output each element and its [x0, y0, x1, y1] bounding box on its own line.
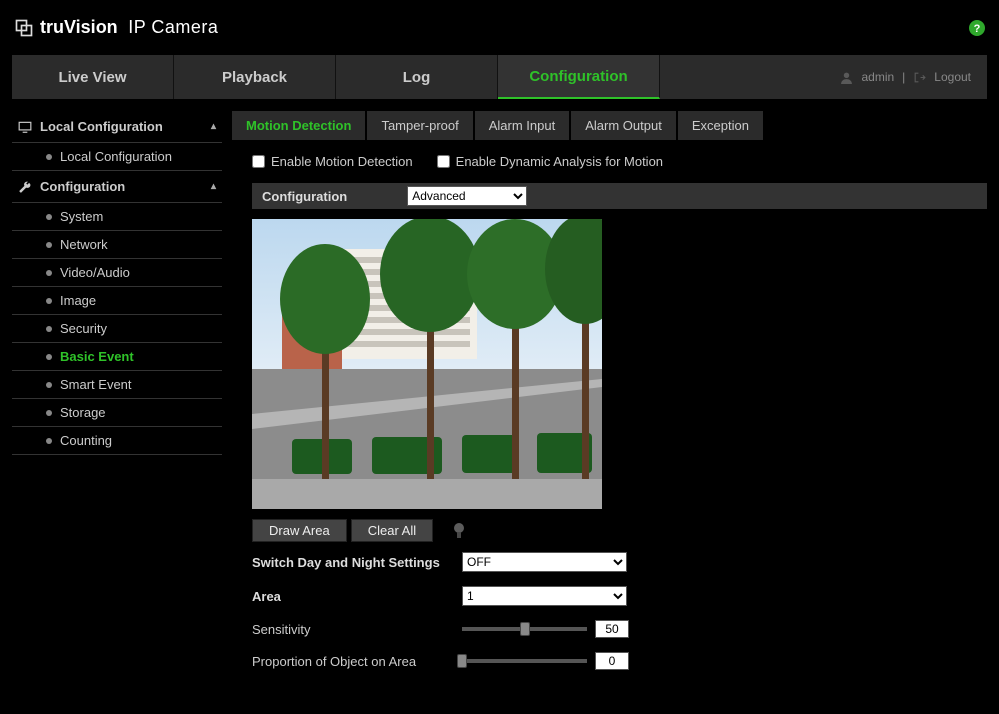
bullet-icon — [46, 438, 52, 444]
brand-icon — [14, 18, 34, 38]
enable-motion-detection-checkbox[interactable]: Enable Motion Detection — [252, 154, 413, 169]
camera-preview — [252, 219, 602, 509]
sidebar-group-configuration-title: Configuration — [40, 179, 125, 194]
sidebar-group-local[interactable]: Local Configuration ▴ — [12, 111, 222, 142]
logout-link[interactable]: Logout — [934, 70, 971, 84]
brand-text: truVision IP Camera — [40, 17, 218, 38]
help-icon[interactable]: ? — [969, 20, 985, 36]
bullet-icon — [46, 242, 52, 248]
configuration-select[interactable]: Advanced — [407, 186, 527, 206]
nav-configuration[interactable]: Configuration — [498, 55, 660, 99]
sensitivity-slider[interactable]: 50 — [462, 620, 629, 638]
sidebar: Local Configuration ▴ Local Configuratio… — [12, 111, 222, 684]
sidebar-item-video-audio[interactable]: Video/Audio — [12, 258, 222, 286]
sidebar-item-security[interactable]: Security — [12, 314, 222, 342]
sensitivity-label: Sensitivity — [252, 622, 462, 637]
bullet-icon — [46, 382, 52, 388]
checkbox-label: Enable Dynamic Analysis for Motion — [456, 154, 663, 169]
sensitivity-value: 50 — [595, 620, 629, 638]
userbar-separator: | — [902, 70, 905, 84]
chevron-up-icon: ▴ — [211, 121, 216, 132]
sidebar-item-label: Storage — [60, 405, 106, 420]
bullet-icon — [46, 354, 52, 360]
sidebar-item-basic-event[interactable]: Basic Event — [12, 342, 222, 370]
tab-alarm-input[interactable]: Alarm Input — [475, 111, 569, 140]
nav-liveview[interactable]: Live View — [12, 55, 174, 99]
sidebar-item-image[interactable]: Image — [12, 286, 222, 314]
bullet-icon — [46, 326, 52, 332]
tab-tamper-proof[interactable]: Tamper-proof — [367, 111, 472, 140]
sidebar-item-counting[interactable]: Counting — [12, 426, 222, 454]
nav-log[interactable]: Log — [336, 55, 498, 99]
topbar: truVision IP Camera ? — [0, 0, 999, 55]
sidebar-item-label: Network — [60, 237, 108, 252]
bullet-icon — [46, 270, 52, 276]
bullet-icon — [46, 214, 52, 220]
monitor-icon — [18, 120, 32, 134]
sidebar-item-label: System — [60, 209, 103, 224]
sidebar-item-label: Video/Audio — [60, 265, 130, 280]
sidebar-item-local-configuration[interactable]: Local Configuration — [12, 142, 222, 170]
bullet-icon — [46, 298, 52, 304]
sidebar-item-smart-event[interactable]: Smart Event — [12, 370, 222, 398]
sidebar-item-storage[interactable]: Storage — [12, 398, 222, 426]
checkbox-label: Enable Motion Detection — [271, 154, 413, 169]
proportion-label: Proportion of Object on Area — [252, 654, 462, 669]
chevron-up-icon: ▴ — [211, 181, 216, 192]
svg-text:?: ? — [974, 23, 981, 35]
userbar: admin | Logout — [824, 55, 987, 99]
sidebar-item-label: Image — [60, 293, 96, 308]
tabstrip: Motion Detection Tamper-proof Alarm Inpu… — [232, 111, 987, 140]
sidebar-item-label: Smart Event — [60, 377, 132, 392]
proportion-value: 0 — [595, 652, 629, 670]
enable-dynamic-analysis-checkbox[interactable]: Enable Dynamic Analysis for Motion — [437, 154, 663, 169]
nav-playback[interactable]: Playback — [174, 55, 336, 99]
sidebar-item-label: Counting — [60, 433, 112, 448]
area-select[interactable]: 1 — [462, 586, 627, 606]
wrench-icon — [18, 180, 32, 194]
bulb-icon[interactable] — [453, 523, 465, 539]
sidebar-item-label: Security — [60, 321, 107, 336]
user-icon — [840, 71, 853, 84]
logout-icon — [913, 71, 926, 84]
sidebar-item-system[interactable]: System — [12, 202, 222, 230]
bullet-icon — [46, 154, 52, 160]
tab-motion-detection[interactable]: Motion Detection — [232, 111, 365, 140]
sidebar-item-network[interactable]: Network — [12, 230, 222, 258]
draw-area-button[interactable]: Draw Area — [252, 519, 347, 542]
configuration-band: Configuration Advanced — [252, 183, 987, 209]
sidebar-group-local-title: Local Configuration — [40, 119, 163, 134]
switch-day-night-label: Switch Day and Night Settings — [252, 555, 462, 570]
bullet-icon — [46, 410, 52, 416]
main-nav: Live View Playback Log Configuration adm… — [12, 55, 987, 99]
sidebar-item-label: Local Configuration — [60, 149, 172, 164]
switch-day-night-select[interactable]: OFF — [462, 552, 627, 572]
sidebar-item-label: Basic Event — [60, 349, 134, 364]
configuration-label: Configuration — [262, 189, 347, 204]
tab-exception[interactable]: Exception — [678, 111, 763, 140]
tab-alarm-output[interactable]: Alarm Output — [571, 111, 676, 140]
sidebar-group-configuration[interactable]: Configuration ▴ — [12, 171, 222, 202]
proportion-slider[interactable]: 0 — [462, 652, 629, 670]
area-label: Area — [252, 589, 462, 604]
clear-all-button[interactable]: Clear All — [351, 519, 433, 542]
main-panel: Motion Detection Tamper-proof Alarm Inpu… — [232, 111, 987, 684]
username: admin — [861, 70, 894, 84]
